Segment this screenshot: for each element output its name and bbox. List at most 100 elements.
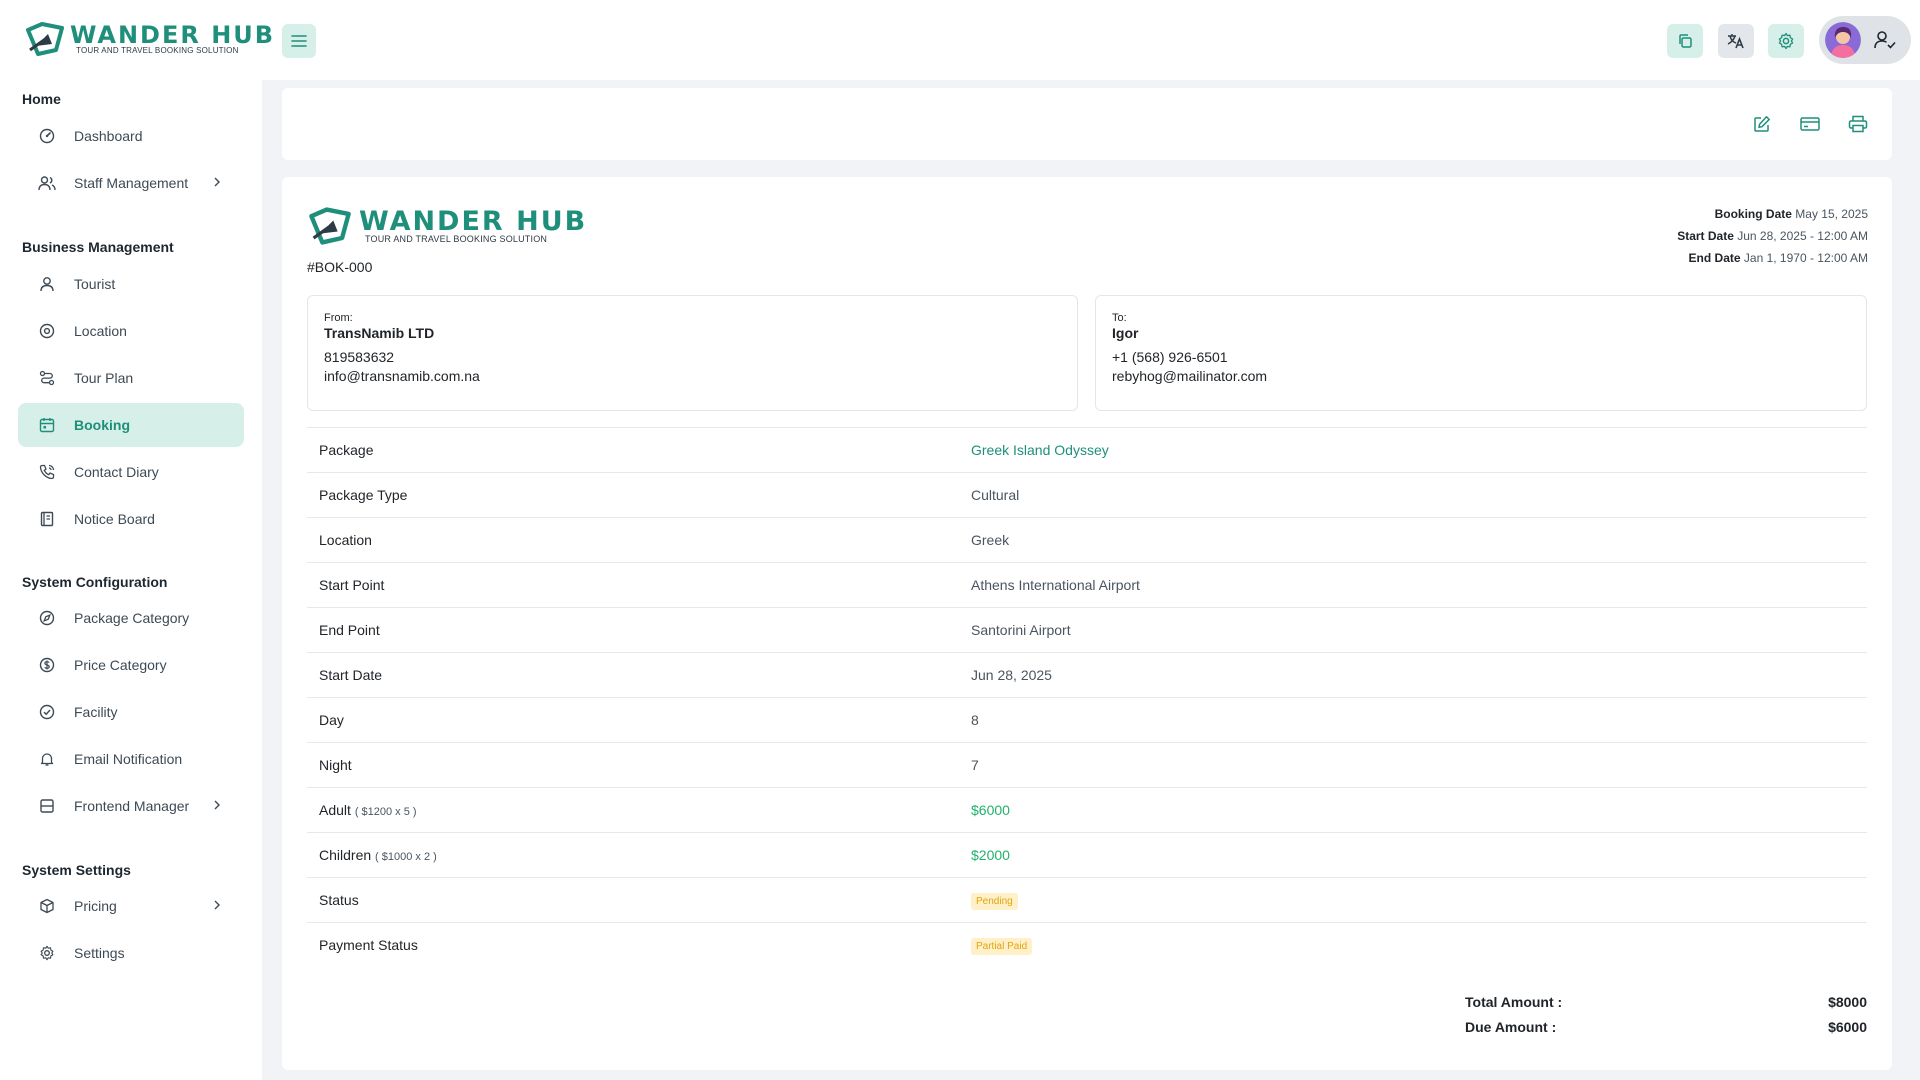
brand-logo[interactable]: WANDER HUB TOUR AND TRAVEL BOOKING SOLUT… [24, 20, 275, 58]
compass-icon [38, 609, 56, 627]
sidebar-item-frontend-manager[interactable]: Frontend Manager [18, 784, 244, 828]
sidebar-item-package-category[interactable]: Package Category [18, 596, 244, 640]
menu-toggle-button[interactable] [282, 24, 316, 58]
sidebar-item-pricing[interactable]: Pricing [18, 884, 244, 928]
row-label: Day [319, 712, 344, 728]
row-value: 7 [971, 757, 979, 773]
chevron-right-icon [214, 177, 220, 187]
route-icon [38, 369, 56, 387]
table-row: Payment Status Partial Paid [307, 922, 1867, 967]
sidebar-item-booking[interactable]: Booking [18, 403, 244, 447]
table-row: Day 8 [307, 697, 1867, 742]
row-value: Athens International Airport [971, 577, 1140, 593]
total-amount-label: Total Amount : [1465, 994, 1563, 1010]
sidebar-item-contact-diary[interactable]: Contact Diary [18, 450, 244, 494]
row-label-sub: ( $1200 x 5 ) [354, 806, 417, 818]
sidebar-item-settings[interactable]: Settings [18, 931, 244, 975]
table-row: Start Point Athens International Airport [307, 562, 1867, 607]
sidebar-item-label: Tour Plan [74, 370, 134, 386]
print-icon [1848, 115, 1868, 133]
section-business-title: Business Management [22, 239, 174, 255]
row-label: Location [319, 532, 372, 548]
table-row: Night 7 [307, 742, 1867, 787]
print-button[interactable] [1844, 110, 1872, 138]
sidebar-item-label: Facility [74, 704, 118, 720]
sidebar-item-dashboard[interactable]: Dashboard [18, 114, 244, 158]
edit-button[interactable] [1748, 110, 1776, 138]
copy-icon [1679, 34, 1692, 48]
invoice-totals: Total Amount : $8000 Due Amount : $6000 [1465, 994, 1867, 1044]
main-content: WANDER HUB TOUR AND TRAVEL BOOKING SOLUT… [262, 80, 1920, 1080]
user-menu[interactable] [1819, 16, 1911, 64]
dollar-icon [38, 656, 56, 674]
sidebar-item-tour-plan[interactable]: Tour Plan [18, 356, 244, 400]
sidebar-item-notice-board[interactable]: Notice Board [18, 497, 244, 541]
to-party-box: To: Igor +1 (568) 926-6501 rebyhog@maili… [1095, 295, 1867, 411]
start-date-label: Start Date [1677, 229, 1734, 243]
to-name: Igor [1112, 325, 1139, 341]
row-label-sub: ( $1000 x 2 ) [375, 851, 437, 863]
logo-mark-icon [309, 207, 351, 245]
check-circle-icon [38, 703, 56, 721]
chevron-right-icon [214, 900, 220, 910]
due-amount-value: $6000 [1828, 1019, 1867, 1035]
user-icon [38, 275, 56, 293]
settings-icon [1778, 32, 1794, 50]
sidebar-item-label: Staff Management [74, 175, 189, 191]
row-label: Status [319, 892, 359, 908]
row-value: Cultural [971, 487, 1020, 503]
sidebar-item-label: Location [74, 323, 127, 339]
payment-status-badge: Partial Paid [971, 937, 1033, 955]
sidebar-item-email-notification[interactable]: Email Notification [18, 737, 244, 781]
from-party-box: From: TransNamib LTD 819583632 info@tran… [307, 295, 1078, 411]
brand-name: WANDER HUB [359, 206, 588, 237]
sidebar-item-location[interactable]: Location [18, 309, 244, 353]
invoice-card: WANDER HUB TOUR AND TRAVEL BOOKING SOLUT… [282, 177, 1892, 1070]
bell-icon [38, 750, 56, 768]
to-phone: +1 (568) 926-6501 [1112, 349, 1228, 365]
row-label: Start Point [319, 577, 385, 593]
dashboard-icon [38, 127, 56, 145]
from-phone: 819583632 [324, 349, 395, 365]
top-header: WANDER HUB TOUR AND TRAVEL BOOKING SOLUT… [0, 0, 1920, 80]
sidebar-item-staff-management[interactable]: Staff Management [18, 161, 244, 205]
table-row: Adult ( $1200 x 5 ) $6000 [307, 787, 1867, 832]
package-link[interactable]: Greek Island Odyssey [971, 442, 1109, 458]
table-row: Location Greek [307, 517, 1867, 562]
children-amount: $2000 [971, 847, 1010, 863]
payment-button[interactable] [1796, 110, 1824, 138]
calendar-icon [38, 416, 56, 434]
sidebar-item-label: Email Notification [74, 751, 183, 767]
sidebar-item-label: Contact Diary [74, 464, 159, 480]
table-row: Children ( $1000 x 2 ) $2000 [307, 832, 1867, 877]
payment-card-icon [1800, 117, 1820, 131]
table-row: Package Type Cultural [307, 472, 1867, 517]
end-date-value: Jan 1, 1970 - 12:00 AM [1743, 251, 1868, 265]
from-email: info@transnamib.com.na [324, 368, 480, 384]
sidebar-item-price-category[interactable]: Price Category [18, 643, 244, 687]
language-button[interactable] [1718, 24, 1754, 58]
adult-amount: $6000 [971, 802, 1010, 818]
copy-button[interactable] [1667, 24, 1703, 58]
edit-icon [1754, 116, 1770, 132]
section-system-config-title: System Configuration [22, 574, 168, 590]
gear-icon [38, 944, 56, 962]
sidebar-item-facility[interactable]: Facility [18, 690, 244, 734]
booking-details-table: Package Greek Island Odyssey Package Typ… [307, 427, 1867, 967]
settings-button[interactable] [1768, 24, 1804, 58]
to-label: To: [1112, 312, 1127, 324]
invoice-toolbar [282, 88, 1892, 160]
table-row: Package Greek Island Odyssey [307, 427, 1867, 472]
sidebar-item-label: Tourist [74, 276, 116, 292]
brand-name: WANDER HUB [70, 21, 276, 49]
sidebar-item-label: Booking [74, 417, 130, 433]
booking-id: #BOK-000 [307, 259, 373, 275]
avatar [1825, 22, 1861, 58]
sidebar-item-label: Settings [74, 945, 125, 961]
row-label: Start Date [319, 667, 383, 683]
table-row: Status Pending [307, 877, 1867, 922]
sidebar-item-tourist[interactable]: Tourist [18, 262, 244, 306]
section-system-settings-title: System Settings [22, 862, 131, 878]
invoice-logo: WANDER HUB TOUR AND TRAVEL BOOKING SOLUT… [307, 205, 587, 247]
row-label-text: Children [319, 847, 372, 863]
